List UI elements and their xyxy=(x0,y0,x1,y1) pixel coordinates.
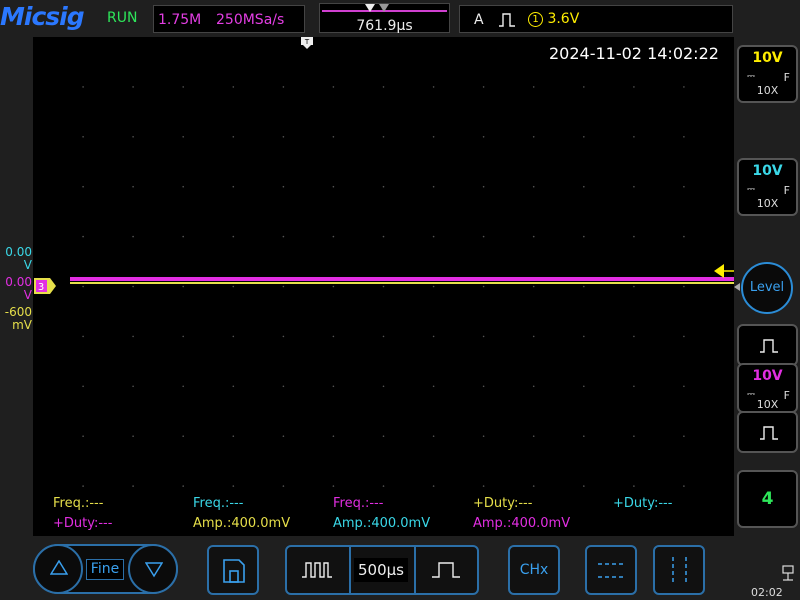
ch2-probe: 10X xyxy=(756,197,779,210)
measurement-line1[interactable]: Freq.:--- xyxy=(53,496,103,511)
ch2-bandwidth: F xyxy=(783,184,790,197)
trigger-pos-marker-icon xyxy=(365,4,375,12)
ch1-offset-unit: mV xyxy=(12,318,32,332)
ch2-volts-div: 10V xyxy=(752,163,783,179)
trigger-position-box[interactable]: 761.9µs xyxy=(319,3,450,34)
level-pointer-icon xyxy=(734,283,740,291)
ch1-probe: 10X xyxy=(756,84,779,97)
fine-toggle[interactable]: Fine xyxy=(86,559,124,580)
trigger-source-badge: 1 xyxy=(528,12,543,27)
timestamp: 2024-11-02 14:02:22 xyxy=(549,44,719,63)
increase-button[interactable] xyxy=(33,544,83,594)
channel-select-button[interactable]: CHx xyxy=(508,545,560,595)
channel-marker-label: 3 xyxy=(38,282,44,293)
trigger-position-value: 761.9µs xyxy=(356,18,413,34)
sample-rate: 250MSa/s xyxy=(216,12,285,28)
measurement-line1[interactable]: +Duty:--- xyxy=(473,496,532,511)
trigger-mode: A xyxy=(474,12,484,28)
trigger-level: 1 3.6V xyxy=(528,11,579,27)
measurement-line1[interactable]: +Duty:--- xyxy=(613,496,672,511)
timebase-value[interactable]: 500µs xyxy=(354,558,408,582)
measurement-line2[interactable]: Amp.:400.0mV xyxy=(333,516,430,531)
ch3-probe: 10X xyxy=(756,398,779,411)
ch3-offset: 0.00 V xyxy=(2,276,32,302)
level-button[interactable]: Level xyxy=(741,262,793,314)
triangle-down-icon xyxy=(145,562,163,578)
ch3-scale-box[interactable]: 10V ⎓ F 10X xyxy=(737,363,798,413)
horizontal-cursor-icon xyxy=(598,563,626,578)
vertical-cursor-icon xyxy=(672,557,687,585)
measurement-line2[interactable]: +Duty:--- xyxy=(53,516,112,531)
ch4-button[interactable]: 4 xyxy=(737,470,798,528)
ch3-offset-unit: V xyxy=(23,288,32,302)
decrease-button[interactable] xyxy=(128,544,178,594)
compressed-pulse-icon xyxy=(302,562,332,578)
trigger-settings-box[interactable]: A 1 3.6V xyxy=(459,5,733,33)
channel-ground-marker-icon[interactable]: 3 xyxy=(34,278,56,294)
memory-depth: 1.75M xyxy=(158,12,202,28)
graticule xyxy=(82,86,685,487)
expanded-pulse-icon xyxy=(432,562,460,578)
ch1-bandwidth: F xyxy=(783,71,790,84)
ch3-volts-div: 10V xyxy=(752,368,783,384)
acquisition-box[interactable]: 1.75M 250MSa/s xyxy=(153,5,305,33)
ch1-scale-box[interactable]: 10V ⎓ F 10X xyxy=(737,45,798,103)
measurement-line2[interactable]: Amp.:400.0mV xyxy=(473,516,570,531)
waveform-display[interactable]: 2024-11-02 14:02:22 xyxy=(33,37,734,536)
ch1-waveform xyxy=(70,282,734,284)
svg-text:T: T xyxy=(304,38,310,46)
view-pos-marker-icon xyxy=(379,4,389,12)
trigger-level-value: 3.6V xyxy=(547,11,580,27)
vertical-cursor-button[interactable] xyxy=(653,545,705,595)
falling-edge-button[interactable] xyxy=(737,411,798,453)
ch1-volts-div: 10V xyxy=(752,50,783,66)
ch1-offset: -600 mV xyxy=(2,306,32,332)
ch2-offset: 0.00 V xyxy=(2,246,32,272)
trigger-level-arrow-icon[interactable] xyxy=(714,264,734,284)
run-state[interactable]: RUN xyxy=(107,10,137,26)
oscilloscope-ui: Micsig RUN 1.75M 250MSa/s 761.9µs A 1 3.… xyxy=(0,0,800,600)
usb-icon xyxy=(782,565,794,581)
horizontal-cursor-button[interactable] xyxy=(585,545,637,595)
save-button[interactable] xyxy=(207,545,259,595)
measurement-line1[interactable]: Freq.:--- xyxy=(193,496,243,511)
ch3-waveform xyxy=(70,277,734,281)
rising-edge-button[interactable] xyxy=(737,324,798,366)
ch2-scale-box[interactable]: 10V ⎓ F 10X xyxy=(737,158,798,216)
trigger-time-marker-icon[interactable]: T xyxy=(301,37,313,49)
pulse-icon xyxy=(760,426,778,440)
rising-edge-icon xyxy=(760,339,778,353)
brand-logo: Micsig xyxy=(0,2,85,31)
dc-coupling-icon: ⎓ xyxy=(747,71,755,82)
rising-edge-icon xyxy=(499,13,515,27)
timebase-decrease-button[interactable] xyxy=(287,547,347,593)
measurement-line1[interactable]: Freq.:--- xyxy=(333,496,383,511)
triangle-up-icon xyxy=(50,560,68,575)
dc-coupling-icon: ⎓ xyxy=(747,184,755,195)
system-clock: 02:02 xyxy=(751,586,783,599)
save-icon xyxy=(223,559,245,583)
ch2-offset-unit: V xyxy=(23,258,32,272)
measurement-line2[interactable]: Amp.:400.0mV xyxy=(193,516,290,531)
timebase-increase-button[interactable] xyxy=(414,547,477,593)
divider xyxy=(349,547,351,593)
